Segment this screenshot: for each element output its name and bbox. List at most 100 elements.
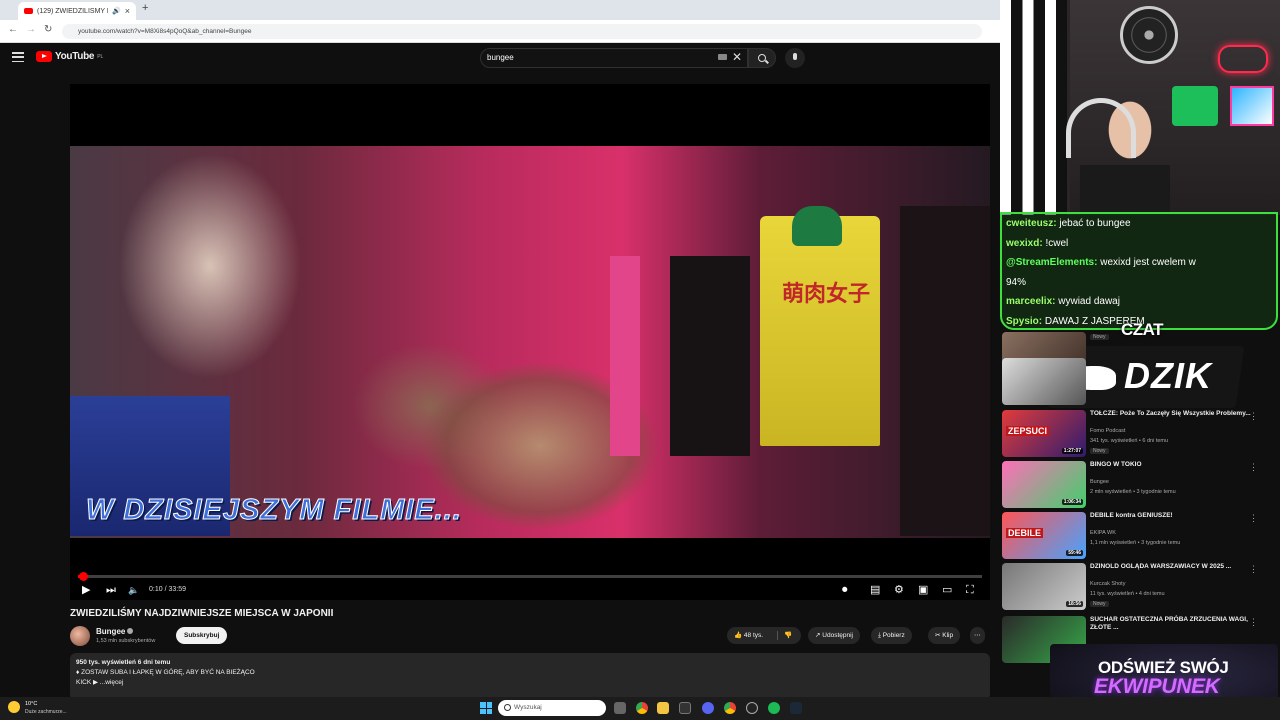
miniplayer-icon[interactable]: ▣ <box>918 584 928 596</box>
theater-mode-icon[interactable]: ▭ <box>942 584 952 596</box>
discord-icon[interactable] <box>702 702 714 714</box>
chat-message: wexixd: !cwel <box>1006 234 1272 254</box>
dark-shirt <box>900 206 990 536</box>
more-options-icon[interactable]: ⋮ <box>1249 617 1258 628</box>
video-duration: 18:56 <box>1066 601 1083 607</box>
forward-icon[interactable]: → <box>26 24 36 35</box>
share-button[interactable]: ↗ Udostępnij <box>808 627 860 644</box>
search-input[interactable]: bungee <box>480 48 748 68</box>
address-bar: ← → ↻ youtube.com/watch?v=M8Xi8s4pQoQ&ab… <box>0 20 1000 43</box>
volume-icon[interactable]: 🔈 <box>128 584 139 596</box>
video-thumbnail[interactable]: 18:56 <box>1002 563 1086 610</box>
region-label: PL <box>97 53 104 60</box>
url-field[interactable]: youtube.com/watch?v=M8Xi8s4pQoQ&ab_chann… <box>62 24 982 39</box>
more-options-icon[interactable]: ⋮ <box>1249 513 1258 524</box>
description-more[interactable]: KICK ▶ ...więcej <box>76 678 984 688</box>
video-thumbnail[interactable]: ZEPSUCI 1:27:07 <box>1002 410 1086 457</box>
recommended-video[interactable] <box>1002 358 1272 408</box>
more-options-icon[interactable]: ⋮ <box>1249 462 1258 473</box>
like-count: 48 tys. <box>743 632 764 639</box>
video-channel[interactable]: Kurczak Shoty <box>1090 581 1125 587</box>
voice-search-button[interactable] <box>785 48 805 68</box>
taskbar-search[interactable]: Wyszukaj <box>498 700 606 716</box>
chrome-profile-icon[interactable] <box>724 702 736 714</box>
video-title[interactable]: SUCHAR OSTATECZNA PRÓBA ZRZUCENIA WAGI, … <box>1090 616 1260 632</box>
download-label: Pobierz <box>882 632 905 639</box>
more-options-icon[interactable]: ⋮ <box>1249 564 1258 575</box>
recommended-video[interactable]: 1:06:34 BINGO W TOKIO ⋮ Bungee 2 mln wyświet… <box>1002 461 1272 511</box>
more-options-icon[interactable]: ⋮ <box>1249 411 1258 422</box>
video-duration: 59:46 <box>1066 550 1083 556</box>
clear-search-icon[interactable]: ✕ <box>732 50 742 64</box>
thumbs-up-icon: 👍 <box>734 632 743 639</box>
subtitles-icon[interactable]: ▤ <box>870 584 880 596</box>
time-display: 0:10 / 33:59 <box>149 586 186 593</box>
weather-icon[interactable] <box>8 701 20 713</box>
autoplay-toggle-icon[interactable]: ⏺ <box>842 584 848 596</box>
video-player[interactable]: 萌肉女子 W DZISIEJSZYM FILMIE... ▶ ⏭ 🔈 0:10 … <box>70 84 990 600</box>
keyboard-icon[interactable] <box>718 54 727 60</box>
spotify-icon[interactable] <box>768 702 780 714</box>
back-icon[interactable]: ← <box>8 24 18 35</box>
channel-avatar[interactable] <box>70 626 90 646</box>
new-tab-icon[interactable]: + <box>142 2 148 14</box>
fullscreen-icon[interactable]: ⛶ <box>966 584 974 596</box>
video-title[interactable]: DZINOLD OGLĄDA WARSZAWIACY W 2025 ... <box>1090 563 1260 571</box>
description-box[interactable]: 950 tys. wyświetleń 6 dni temu ♦ ZOSTAW … <box>70 653 990 700</box>
video-title[interactable]: DEBILE kontra GENIUSZE! <box>1090 512 1260 520</box>
reload-icon[interactable]: ↻ <box>44 24 52 35</box>
video-channel[interactable]: Fomo Podcast <box>1090 428 1125 434</box>
progress-bar[interactable] <box>78 572 982 581</box>
channel-name[interactable]: Bungee <box>96 627 134 636</box>
next-icon[interactable]: ⏭ <box>106 584 116 596</box>
new-badge: Nowy <box>1090 334 1109 340</box>
pink-shirt <box>610 256 640 456</box>
video-duration: 1:27:07 <box>1061 448 1083 454</box>
video-title[interactable]: BINGO W TOKIO <box>1090 461 1260 469</box>
settings-icon[interactable]: ⚙ <box>894 584 904 596</box>
player-controls: ▶ ⏭ 🔈 0:10 / 33:59 ⏺ ▤ ⚙ ▣ ▭ ⛶ <box>70 580 990 600</box>
windows-taskbar: 10°C Duże zachmurze... Wyszukaj <box>0 697 1280 720</box>
browser-tab[interactable]: (129) ZWIEDZILIŚMY NAJDZ 🔊 × <box>18 2 136 20</box>
video-thumbnail[interactable]: DEBILE 59:46 <box>1002 512 1086 559</box>
terminal-icon[interactable] <box>679 702 691 714</box>
subscribe-button[interactable]: Subskrybuj <box>176 627 228 644</box>
windows-start-icon[interactable] <box>480 702 492 714</box>
video-channel[interactable]: Bungee <box>1090 479 1109 485</box>
recommended-video[interactable]: ZEPSUCI 1:27:07 TOŁCZE: Poże To Zaczęły Si… <box>1002 410 1272 460</box>
youtube-favicon-icon <box>24 8 33 14</box>
channel-name-text[interactable]: Bungee <box>96 627 125 636</box>
video-thumbnail[interactable] <box>1002 358 1086 405</box>
thumbs-down-icon: 👎 <box>784 632 793 639</box>
file-explorer-icon[interactable] <box>657 702 669 714</box>
chat-text: jebać to bungee <box>1056 218 1131 229</box>
clip-button[interactable]: ✂ Klip <box>928 627 961 644</box>
youtube-logo[interactable]: YouTube PL <box>36 51 103 62</box>
like-button[interactable]: 👍 48 tys. <box>734 627 763 644</box>
search-button[interactable] <box>748 48 776 68</box>
download-button[interactable]: ⤓ Pobierz <box>871 627 912 644</box>
video-frame[interactable]: 萌肉女子 W DZISIEJSZYM FILMIE... <box>70 146 990 538</box>
steam-icon[interactable] <box>790 702 802 714</box>
clip-label: Klip <box>942 632 954 639</box>
video-title[interactable]: TOŁCZE: Poże To Zaczęły Się Wszystkie Pr… <box>1090 410 1260 418</box>
chat-text: wexixd jest cwelem w <box>1097 257 1196 268</box>
task-view-icon[interactable] <box>614 702 626 714</box>
chat-text: 94% <box>1006 276 1027 288</box>
video-channel[interactable]: EKIPA WK <box>1090 530 1116 536</box>
subscriber-count: 1,53 mln subskrybentów <box>96 638 156 644</box>
obs-icon[interactable] <box>746 702 758 714</box>
chrome-icon[interactable] <box>636 702 648 714</box>
more-actions-button[interactable]: ⋯ <box>970 627 985 644</box>
speaker-icon[interactable]: 🔊 <box>112 7 121 15</box>
dislike-button[interactable]: 👎 <box>784 627 792 644</box>
hamburger-menu-icon[interactable] <box>12 52 24 62</box>
shirt-text: 萌肉女子 <box>782 281 871 306</box>
recommended-video[interactable]: 18:56 DZINOLD OGLĄDA WARSZAWIACY W 2025 .… <box>1002 563 1272 613</box>
close-tab-icon[interactable]: × <box>125 6 130 16</box>
recommended-video[interactable]: DEBILE 59:46 DEBILE kontra GENIUSZE! ⋮ EKIPA… <box>1002 512 1272 562</box>
browser-tabbar: (129) ZWIEDZILIŚMY NAJDZ 🔊 × + <box>0 0 1000 20</box>
video-thumbnail[interactable]: 1:06:34 <box>1002 461 1086 508</box>
play-icon[interactable]: ▶ <box>82 584 90 596</box>
video-meta: 2 mln wyświetleń • 3 tygodnie temu <box>1090 489 1176 495</box>
